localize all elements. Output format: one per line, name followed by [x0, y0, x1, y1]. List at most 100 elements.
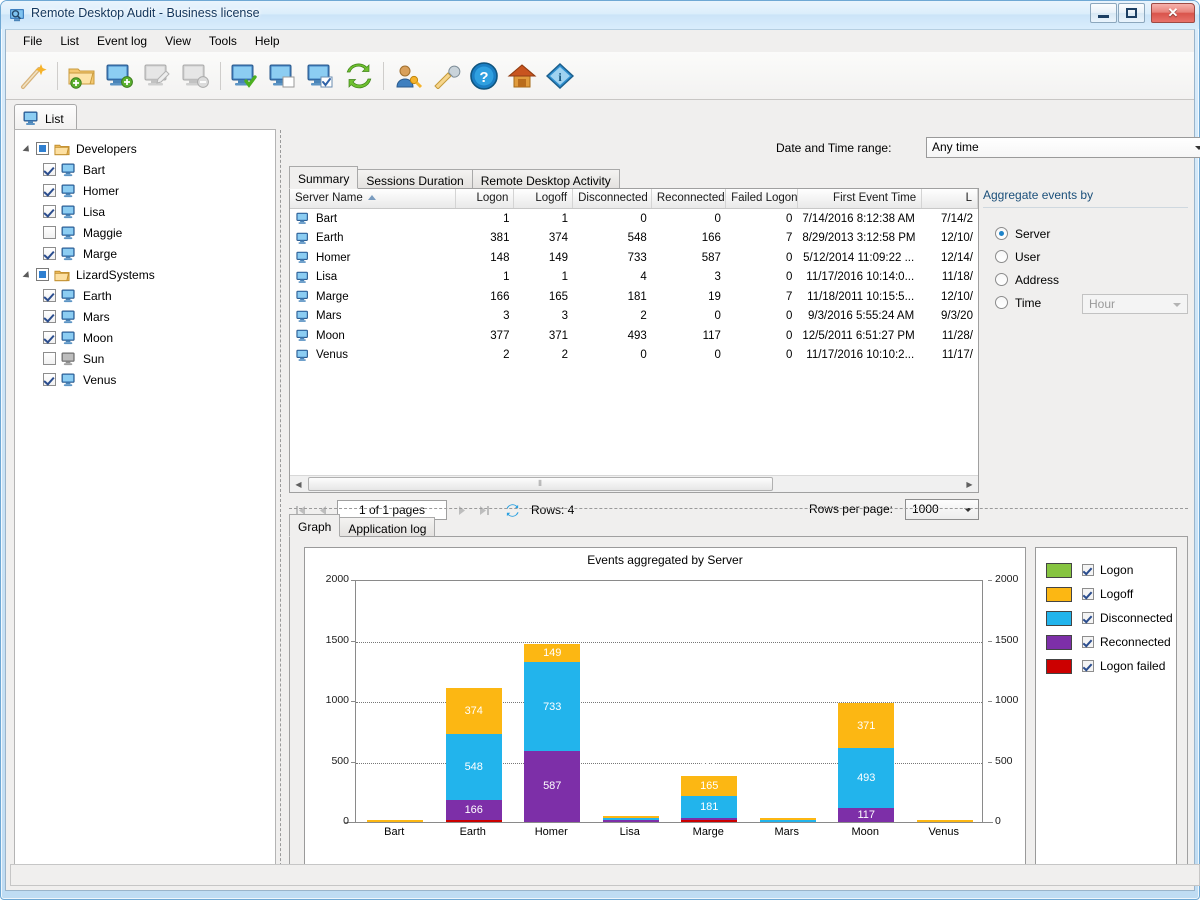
scroll-left-icon[interactable]: ◀ — [290, 477, 307, 492]
vertical-splitter[interactable] — [280, 130, 282, 886]
column-header-server-name[interactable]: Server Name — [290, 189, 456, 208]
table-row[interactable]: Homer14814973358705/12/2014 11:09:22 ...… — [290, 248, 978, 268]
options-button[interactable] — [427, 56, 465, 96]
legend-checkbox[interactable] — [1082, 564, 1094, 576]
menu-file[interactable]: File — [14, 31, 51, 51]
menu-list[interactable]: List — [51, 31, 88, 51]
scrollbar-thumb[interactable]: ⦀ — [308, 477, 773, 491]
table-row[interactable]: Mars332009/3/2016 5:55:24 AM9/3/20 — [290, 307, 978, 327]
tree-item-bart[interactable]: Bart — [15, 159, 275, 180]
computer-checkbox[interactable] — [43, 310, 56, 323]
expander-icon[interactable] — [21, 269, 33, 281]
tree-item-maggie[interactable]: Maggie — [15, 222, 275, 243]
tab-summary[interactable]: Summary — [289, 166, 358, 189]
column-header-logon[interactable]: Logon — [456, 189, 515, 208]
scroll-right-icon[interactable]: ▶ — [961, 477, 978, 492]
tab-sessions-duration[interactable]: Sessions Duration — [357, 169, 472, 189]
radio-option-address[interactable]: Address — [995, 268, 1188, 291]
tab-remote-desktop-activity[interactable]: Remote Desktop Activity — [472, 169, 620, 189]
minimize-button[interactable] — [1090, 3, 1117, 23]
date-range-select[interactable]: Any time — [926, 137, 1200, 158]
tree-item-sun[interactable]: Sun — [15, 348, 275, 369]
column-header-logoff[interactable]: Logoff — [514, 189, 573, 208]
refresh-button[interactable] — [340, 56, 378, 96]
remove-computer-button[interactable] — [177, 56, 215, 96]
column-header-failed-logon[interactable]: Failed Logon — [726, 189, 797, 208]
column-header-first-event-time[interactable]: First Event Time — [798, 189, 923, 208]
group-checkbox[interactable] — [36, 142, 49, 155]
add-computer-button[interactable] — [101, 56, 139, 96]
add-group-button[interactable] — [63, 56, 101, 96]
tab-application-log[interactable]: Application log — [339, 517, 435, 537]
tree-item-lisa[interactable]: Lisa — [15, 201, 275, 222]
table-row[interactable]: Venus2200011/17/2016 10:10:2...11/17/ — [290, 346, 978, 366]
computer-checkbox[interactable] — [43, 205, 56, 218]
legend-item[interactable]: Logon — [1046, 558, 1176, 582]
legend-checkbox[interactable] — [1082, 636, 1094, 648]
maximize-button[interactable] — [1118, 3, 1145, 23]
tree-item-lizardsystems[interactable]: LizardSystems — [15, 264, 275, 285]
user-credentials-button[interactable] — [389, 56, 427, 96]
menu-event-log[interactable]: Event log — [88, 31, 156, 51]
help-button[interactable]: ? — [465, 56, 503, 96]
horizontal-splitter[interactable] — [289, 508, 1188, 510]
wizard-button[interactable] — [14, 56, 52, 96]
tab-list[interactable]: List — [14, 104, 77, 129]
computer-checkbox[interactable] — [43, 331, 56, 344]
menu-help[interactable]: Help — [246, 31, 289, 51]
computer-checkbox[interactable] — [43, 352, 56, 365]
table-row[interactable]: Lisa1143011/17/2016 10:14:0...11/18/ — [290, 268, 978, 288]
tree-item-homer[interactable]: Homer — [15, 180, 275, 201]
edit-computer-button[interactable] — [139, 56, 177, 96]
legend-item[interactable]: Logon failed — [1046, 654, 1176, 678]
computer-checkbox[interactable] — [43, 289, 56, 302]
tree-item-venus[interactable]: Venus — [15, 369, 275, 390]
title-bar: Remote Desktop Audit - Business license … — [1, 1, 1199, 29]
home-button[interactable] — [503, 56, 541, 96]
menu-tools[interactable]: Tools — [200, 31, 246, 51]
table-row[interactable]: Earth38137454816678/29/2013 3:12:58 PM12… — [290, 229, 978, 249]
grid-horizontal-scrollbar[interactable]: ◀ ⦀ ▶ — [290, 475, 978, 492]
legend-item[interactable]: Disconnected — [1046, 606, 1176, 630]
computer-checkbox[interactable] — [43, 247, 56, 260]
column-header-reconnected[interactable]: Reconnected — [652, 189, 726, 208]
tree-item-label: Lisa — [83, 205, 105, 219]
tree-item-developers[interactable]: Developers — [15, 138, 275, 159]
tree-item-moon[interactable]: Moon — [15, 327, 275, 348]
legend-item[interactable]: Logoff — [1046, 582, 1176, 606]
column-header-last-event-time[interactable]: L — [922, 189, 978, 208]
last-page-button[interactable] — [473, 500, 495, 520]
next-page-button[interactable] — [451, 500, 473, 520]
computers-tree[interactable]: Developers Bart Homer Lisa Maggie Marge … — [14, 129, 276, 886]
uncheck-all-button[interactable] — [264, 56, 302, 96]
table-row[interactable]: Bart110007/14/2016 8:12:38 AM7/14/2 — [290, 209, 978, 229]
legend-checkbox[interactable] — [1082, 660, 1094, 672]
table-row[interactable]: Marge16616518119711/18/2011 10:15:5...12… — [290, 287, 978, 307]
tree-item-label: LizardSystems — [76, 268, 155, 282]
radio-option-user[interactable]: User — [995, 245, 1188, 268]
computer-checkbox[interactable] — [43, 163, 56, 176]
summary-grid[interactable]: Server Name Logon Logoff Disconnected Re… — [289, 188, 979, 493]
close-button[interactable]: ✕ — [1151, 3, 1195, 23]
invert-selection-button[interactable] — [302, 56, 340, 96]
check-all-button[interactable] — [226, 56, 264, 96]
legend-checkbox[interactable] — [1082, 612, 1094, 624]
tree-item-earth[interactable]: Earth — [15, 285, 275, 306]
computer-checkbox[interactable] — [43, 226, 56, 239]
column-header-disconnected[interactable]: Disconnected — [573, 189, 652, 208]
group-checkbox[interactable] — [36, 268, 49, 281]
legend-checkbox[interactable] — [1082, 588, 1094, 600]
last-page-icon — [478, 504, 491, 517]
table-row[interactable]: Moon377371493117012/5/2011 6:51:27 PM11/… — [290, 326, 978, 346]
tab-graph[interactable]: Graph — [289, 514, 340, 537]
computer-checkbox[interactable] — [43, 373, 56, 386]
tree-item-mars[interactable]: Mars — [15, 306, 275, 327]
menu-view[interactable]: View — [156, 31, 200, 51]
radio-option-server[interactable]: Server — [995, 222, 1188, 245]
about-button[interactable]: i — [541, 56, 579, 96]
legend-item[interactable]: Reconnected — [1046, 630, 1176, 654]
computer-checkbox[interactable] — [43, 184, 56, 197]
refresh-grid-button[interactable] — [501, 500, 523, 520]
expander-icon[interactable] — [21, 143, 33, 155]
tree-item-marge[interactable]: Marge — [15, 243, 275, 264]
